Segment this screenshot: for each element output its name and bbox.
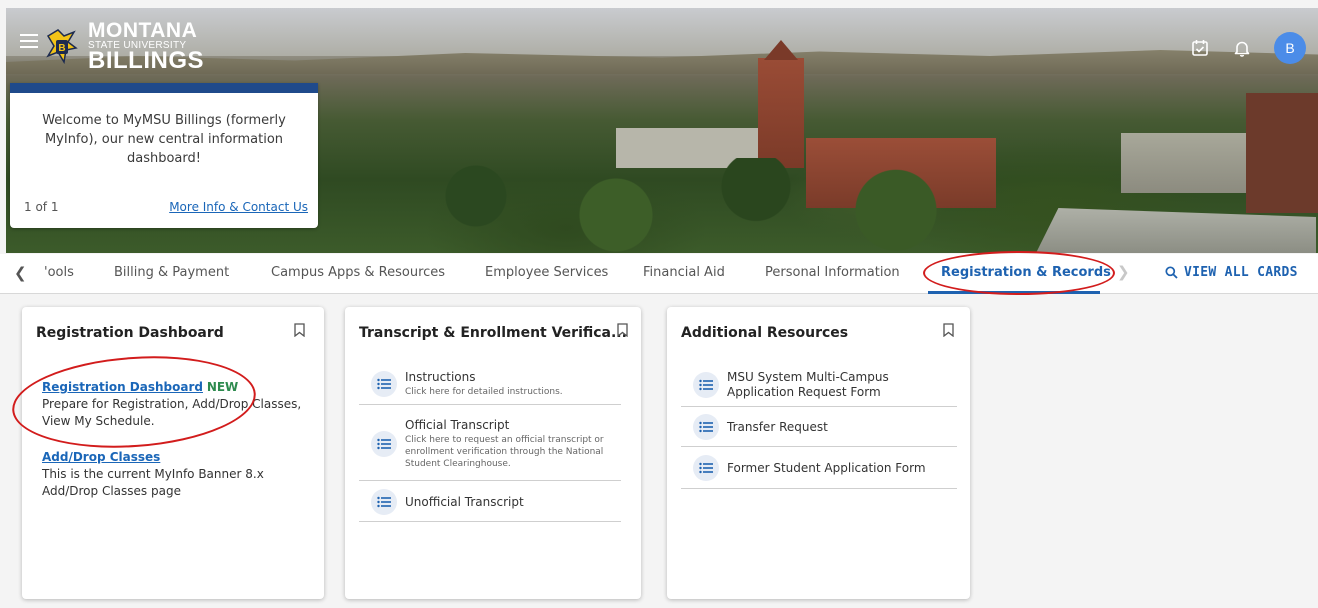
card-link-item: Add/Drop Classes This is the current MyI…	[42, 449, 312, 500]
chevron-left-icon[interactable]: ❮	[14, 264, 27, 282]
registration-dashboard-link[interactable]: Registration Dashboard	[42, 380, 203, 394]
list-icon	[371, 430, 397, 457]
item-subtitle: Click here for detailed instructions.	[405, 386, 563, 397]
list-item-unofficial-transcript[interactable]: Unofficial Transcript	[359, 483, 621, 522]
tab-tools[interactable]: 'ools	[44, 265, 74, 280]
list-item-multi-campus-form[interactable]: MSU System Multi-Campus Application Requ…	[681, 363, 957, 407]
list-icon	[693, 371, 719, 398]
category-tabs: ❮ 'ools Billing & Payment Campus Apps & …	[0, 254, 1318, 294]
announcement-accent-bar	[10, 83, 318, 93]
list-icon	[693, 455, 719, 481]
announcement-pager: 1 of 1	[24, 200, 59, 214]
announcement-card: Welcome to MyMSU Billings (formerly MyIn…	[10, 83, 318, 228]
item-description: This is the current MyInfo Banner 8.x Ad…	[42, 467, 264, 498]
announcement-message: Welcome to MyMSU Billings (formerly MyIn…	[42, 113, 286, 166]
more-info-contact-link[interactable]: More Info & Contact Us	[169, 200, 308, 214]
item-title: Official Transcript	[405, 417, 510, 432]
item-title: MSU System Multi-Campus Application Requ…	[727, 369, 889, 399]
item-description: Prepare for Registration, Add/Drop Class…	[42, 397, 302, 428]
list-icon	[371, 489, 397, 515]
university-logo[interactable]: B MONTANA STATE UNIVERSITY BILLINGS	[44, 18, 234, 74]
tab-campus-apps-resources[interactable]: Campus Apps & Resources	[271, 265, 445, 280]
bookmark-icon[interactable]	[617, 323, 628, 337]
add-drop-classes-link[interactable]: Add/Drop Classes	[42, 450, 160, 464]
top-right-toolbar: B	[1190, 32, 1306, 64]
list-item-transfer-request[interactable]: Transfer Request	[681, 408, 957, 447]
view-all-cards-label: VIEW ALL CARDS	[1184, 265, 1298, 280]
hero-trees	[336, 158, 1036, 253]
svg-text:B: B	[58, 43, 65, 54]
additional-resources-card: Additional Resources MSU System Multi-Ca…	[667, 307, 970, 599]
hero-building	[1246, 93, 1318, 213]
list-icon	[693, 414, 719, 440]
tab-employee-services[interactable]: Employee Services	[485, 265, 608, 280]
tab-financial-aid[interactable]: Financial Aid	[643, 265, 725, 280]
card-title: Transcript & Enrollment Verifica...	[359, 325, 627, 341]
list-item-official-transcript[interactable]: Official Transcript Click here to request…	[359, 407, 621, 481]
bookmark-icon[interactable]	[943, 323, 954, 337]
view-all-cards-button[interactable]: VIEW ALL CARDS	[1165, 265, 1298, 280]
card-title: Additional Resources	[681, 325, 849, 341]
bookmark-icon[interactable]	[294, 323, 305, 337]
tab-billing-payment[interactable]: Billing & Payment	[114, 265, 229, 280]
yellowjacket-logo-icon: B	[46, 29, 78, 65]
search-icon	[1165, 266, 1178, 279]
card-link-item: Registration Dashboard NEW Prepare for R…	[42, 379, 312, 430]
list-item-instructions[interactable]: Instructions Click here for detailed inst…	[359, 363, 621, 405]
hero-road	[1036, 208, 1316, 253]
tab-personal-information[interactable]: Personal Information	[765, 265, 900, 280]
user-avatar[interactable]: B	[1274, 32, 1306, 64]
item-title: Transfer Request	[727, 419, 828, 434]
item-subtitle: Click here to request an official transc…	[405, 434, 604, 469]
item-title: Former Student Application Form	[727, 460, 926, 475]
card-title: Registration Dashboard	[36, 325, 224, 341]
chevron-right-icon[interactable]: ❯	[1117, 263, 1130, 281]
hamburger-menu-icon[interactable]	[20, 34, 38, 48]
logo-line-montana: MONTANA	[88, 19, 198, 42]
registration-dashboard-card: Registration Dashboard Registration Dash…	[22, 307, 324, 599]
transcript-enrollment-card: Transcript & Enrollment Verifica... Inst…	[345, 307, 641, 599]
hero-clock-tower	[758, 58, 804, 168]
bell-notification-icon[interactable]	[1232, 38, 1252, 58]
list-icon	[371, 370, 397, 397]
logo-line-billings: BILLINGS	[88, 47, 204, 74]
item-title: Instructions	[405, 369, 476, 384]
item-title: Unofficial Transcript	[405, 494, 524, 509]
new-badge: NEW	[206, 380, 239, 394]
calendar-check-icon[interactable]	[1190, 38, 1210, 58]
list-item-former-student-form[interactable]: Former Student Application Form	[681, 448, 957, 489]
active-tab-indicator	[928, 291, 1100, 294]
tab-registration-records[interactable]: Registration & Records	[941, 265, 1111, 280]
